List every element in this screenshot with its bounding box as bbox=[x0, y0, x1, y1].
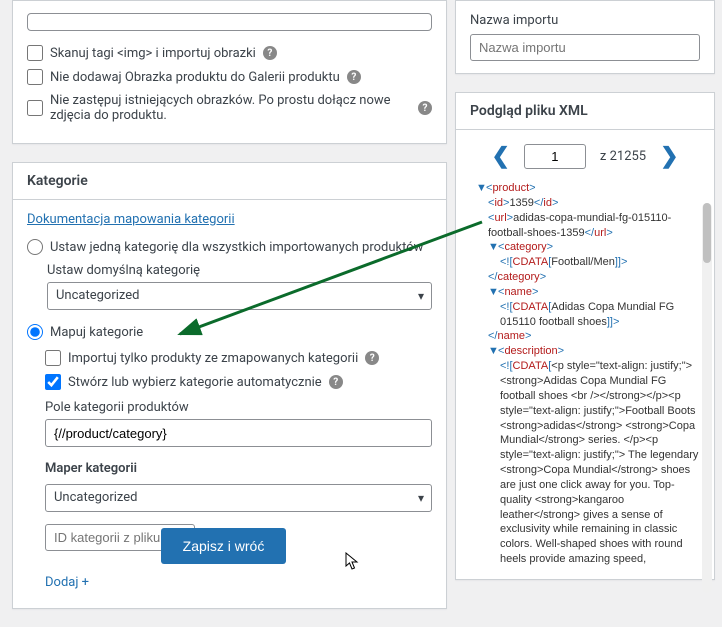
default-cat-select[interactable]: Uncategorized bbox=[47, 282, 432, 310]
help-icon[interactable]: ? bbox=[418, 101, 432, 115]
page-number-input[interactable] bbox=[524, 144, 586, 169]
default-cat-label: Ustaw domyślną kategorię bbox=[47, 263, 432, 278]
help-icon[interactable]: ? bbox=[347, 70, 361, 84]
label-no-gallery: Nie dodawaj Obrazka produktu do Galerii … bbox=[50, 70, 340, 85]
label-auto-create: Stwórz lub wybierz kategorie automatyczn… bbox=[68, 375, 322, 390]
label-scan-tags: Skanuj tagi <img> i importuj obrazki bbox=[50, 46, 256, 61]
category-field-input[interactable] bbox=[45, 419, 432, 447]
toggle-icon[interactable]: ▼ bbox=[488, 240, 498, 255]
add-link[interactable]: Dodaj + bbox=[45, 575, 89, 590]
label-map-categories: Mapuj kategorie bbox=[50, 325, 143, 340]
label-no-replace: Nie zastępuj istniejących obrazków. Po p… bbox=[50, 93, 411, 123]
textarea-top[interactable] bbox=[27, 13, 432, 31]
import-name-label: Nazwa importu bbox=[470, 13, 700, 28]
checkbox-scan-tags[interactable] bbox=[27, 45, 43, 61]
help-icon[interactable]: ? bbox=[365, 351, 379, 365]
scrollbar-thumb[interactable] bbox=[703, 203, 711, 263]
next-arrow-icon[interactable]: ❯ bbox=[660, 144, 678, 169]
label-import-mapped: Importuj tylko produkty ze zmapowanych k… bbox=[68, 351, 358, 366]
toggle-icon[interactable]: ▼ bbox=[488, 344, 498, 359]
maper-heading: Maper kategorii bbox=[45, 461, 432, 476]
xml-preview-heading: Podgląd pliku XML bbox=[456, 93, 714, 130]
doc-link[interactable]: Dokumentacja mapowania kategorii bbox=[27, 212, 235, 227]
save-button[interactable]: Zapisz i wróć bbox=[161, 528, 287, 564]
help-icon[interactable]: ? bbox=[263, 46, 277, 60]
checkbox-import-mapped[interactable] bbox=[45, 350, 61, 366]
category-field-label: Pole kategorii produktów bbox=[45, 400, 432, 415]
prev-arrow-icon[interactable]: ❮ bbox=[491, 144, 509, 169]
xml-tree[interactable]: ▼<product> <id>1359</id> <url>adidas-cop… bbox=[466, 181, 704, 569]
radio-map-categories[interactable] bbox=[27, 324, 43, 340]
maper-select[interactable]: Uncategorized bbox=[45, 484, 432, 512]
checkbox-no-replace[interactable] bbox=[27, 100, 43, 116]
help-icon[interactable]: ? bbox=[329, 375, 343, 389]
description-text: <p style="text-align: justify;"><strong>… bbox=[500, 360, 701, 569]
checkbox-no-gallery[interactable] bbox=[27, 69, 43, 85]
toggle-icon[interactable]: ▼ bbox=[488, 285, 498, 300]
scrollbar[interactable] bbox=[702, 203, 712, 593]
checkbox-auto-create[interactable] bbox=[45, 374, 61, 390]
categories-heading: Kategorie bbox=[13, 163, 446, 200]
import-name-input[interactable] bbox=[470, 34, 700, 61]
radio-single-category[interactable] bbox=[27, 239, 43, 255]
label-single-category: Ustaw jedną kategorię dla wszystkich imp… bbox=[50, 240, 423, 255]
toggle-icon[interactable]: ▼ bbox=[476, 181, 486, 196]
page-total: z 21255 bbox=[600, 149, 646, 164]
